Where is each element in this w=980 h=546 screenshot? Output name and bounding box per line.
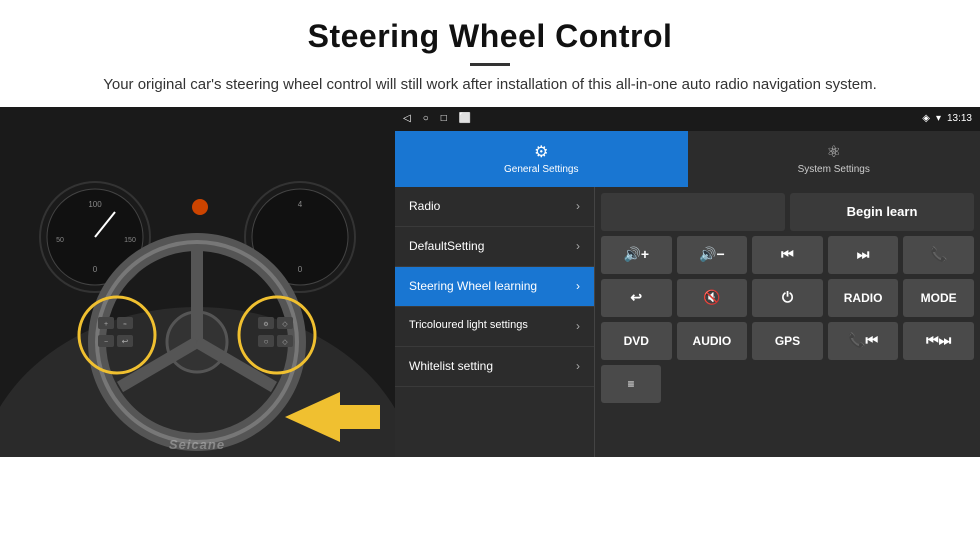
prev-button[interactable]: ⏮ xyxy=(752,236,823,274)
gps-label: GPS xyxy=(775,334,800,348)
dvd-button[interactable]: DVD xyxy=(601,322,672,360)
svg-text:○: ○ xyxy=(264,337,269,346)
menu-steering-arrow: › xyxy=(576,279,580,293)
menu-default-label: DefaultSetting xyxy=(409,239,484,253)
svg-text:⚙: ⚙ xyxy=(263,321,268,328)
power-icon: ⏻ xyxy=(782,289,793,306)
tab-system-label: System Settings xyxy=(798,164,870,175)
list-button[interactable]: ≡ xyxy=(601,365,661,403)
menu-panel: Radio › DefaultSetting › Steering Wheel … xyxy=(395,187,595,457)
clock: 13:13 xyxy=(947,113,972,124)
btn-row-1: 🔊+ 🔊− ⏮ ⏭ 📞 xyxy=(601,236,974,274)
svg-text:◇: ◇ xyxy=(282,321,288,328)
header-divider xyxy=(470,63,510,66)
menu-whitelist-label: Whitelist setting xyxy=(409,359,493,373)
settings-icon: ⚙ xyxy=(534,142,548,162)
tab-general[interactable]: ⚙ General Settings xyxy=(395,131,688,187)
header: Steering Wheel Control Your original car… xyxy=(0,0,980,107)
svg-text:50: 50 xyxy=(56,237,64,244)
tab-general-label: General Settings xyxy=(504,164,579,175)
radio-label: RADIO xyxy=(844,291,883,305)
system-icon: ⚛ xyxy=(827,142,841,162)
mode-label: MODE xyxy=(921,291,957,305)
svg-text:+: + xyxy=(104,321,108,328)
menu-item-tricoloured[interactable]: Tricoloured light settings › xyxy=(395,307,594,347)
menu-default-arrow: › xyxy=(576,239,580,253)
next-button[interactable]: ⏭ xyxy=(828,236,899,274)
next-icon: ⏭ xyxy=(857,246,870,263)
svg-text:100: 100 xyxy=(88,200,102,209)
power-button[interactable]: ⏻ xyxy=(752,279,823,317)
radio-button[interactable]: RADIO xyxy=(828,279,899,317)
svg-text:0: 0 xyxy=(93,265,98,274)
mute-button[interactable]: 🔇 xyxy=(677,279,748,317)
vol-up-button[interactable]: 🔊+ xyxy=(601,236,672,274)
status-bar-right: ◈ ▾ 13:13 xyxy=(922,113,972,124)
phone-button[interactable]: 📞 xyxy=(903,236,974,274)
prev-next-icon: ⏮⏭ xyxy=(926,332,951,349)
status-bar-left: ◁ ○ □ ⬜ xyxy=(403,113,471,124)
page-title: Steering Wheel Control xyxy=(40,18,940,55)
menu-item-steering[interactable]: Steering Wheel learning › xyxy=(395,267,594,307)
ui-content: Radio › DefaultSetting › Steering Wheel … xyxy=(395,187,980,457)
gps-button[interactable]: GPS xyxy=(752,322,823,360)
menu-item-whitelist[interactable]: Whitelist setting › xyxy=(395,347,594,387)
tab-system[interactable]: ⚛ System Settings xyxy=(688,131,980,187)
control-row-top: Begin learn xyxy=(601,193,974,231)
menu-tricoloured-arrow: › xyxy=(576,319,580,333)
svg-text:↩: ↩ xyxy=(122,337,129,346)
menu-whitelist-arrow: › xyxy=(576,359,580,373)
audio-label: AUDIO xyxy=(693,334,732,348)
svg-text:◇: ◇ xyxy=(282,339,288,346)
menu-steering-label: Steering Wheel learning xyxy=(409,279,537,293)
header-description: Your original car's steering wheel contr… xyxy=(80,74,900,97)
content-area: 100 0 50 150 4 0 xyxy=(0,107,980,457)
phone-prev-icon: 📞⏮ xyxy=(848,332,878,349)
menu-item-default[interactable]: DefaultSetting › xyxy=(395,227,594,267)
menu-item-radio[interactable]: Radio › xyxy=(395,187,594,227)
btn-row-3: DVD AUDIO GPS 📞⏮ ⏮⏭ xyxy=(601,322,974,360)
tab-bar: ⚙ General Settings ⚛ System Settings xyxy=(395,131,980,187)
phone-prev-button[interactable]: 📞⏮ xyxy=(828,322,899,360)
page-container: Steering Wheel Control Your original car… xyxy=(0,0,980,457)
btn-row-4: ≡ xyxy=(601,365,974,403)
mute-icon: 🔇 xyxy=(703,289,720,306)
btn-row-2: ↩ 🔇 ⏻ RADIO MODE xyxy=(601,279,974,317)
android-ui: ◁ ○ □ ⬜ ◈ ▾ 13:13 ⚙ General Settings xyxy=(395,107,980,457)
vol-up-icon: 🔊+ xyxy=(623,246,649,263)
svg-text:Seicane: Seicane xyxy=(169,437,225,452)
prev-next-button[interactable]: ⏮⏭ xyxy=(903,322,974,360)
svg-text:−: − xyxy=(104,339,108,346)
menu-radio-label: Radio xyxy=(409,199,440,213)
vol-down-button[interactable]: 🔊− xyxy=(677,236,748,274)
control-panel: Begin learn 🔊+ 🔊− ⏮ xyxy=(595,187,980,457)
dvd-label: DVD xyxy=(624,334,649,348)
wifi-icon: ▾ xyxy=(936,113,941,124)
vol-down-icon: 🔊− xyxy=(699,246,725,263)
home-icon[interactable]: ○ xyxy=(423,113,429,124)
phone-icon: 📞 xyxy=(930,246,947,263)
gps-icon: ◈ xyxy=(922,113,930,124)
svg-text:150: 150 xyxy=(124,237,136,244)
audio-button[interactable]: AUDIO xyxy=(677,322,748,360)
screenshot-icon[interactable]: ⬜ xyxy=(459,113,471,124)
back-icon[interactable]: ◁ xyxy=(403,113,411,124)
prev-icon: ⏮ xyxy=(781,246,794,263)
mode-button[interactable]: MODE xyxy=(903,279,974,317)
blank-display xyxy=(601,193,785,231)
back-call-button[interactable]: ↩ xyxy=(601,279,672,317)
menu-tricoloured-label: Tricoloured light settings xyxy=(409,319,528,332)
status-bar: ◁ ○ □ ⬜ ◈ ▾ 13:13 xyxy=(395,107,980,131)
car-image-section: 100 0 50 150 4 0 xyxy=(0,107,395,457)
back-call-icon: ↩ xyxy=(630,289,642,306)
recents-icon[interactable]: □ xyxy=(441,113,447,124)
begin-learn-button[interactable]: Begin learn xyxy=(790,193,974,231)
svg-text:0: 0 xyxy=(298,265,303,274)
list-icon: ≡ xyxy=(627,377,634,391)
svg-text:4: 4 xyxy=(298,200,303,209)
menu-radio-arrow: › xyxy=(576,199,580,213)
